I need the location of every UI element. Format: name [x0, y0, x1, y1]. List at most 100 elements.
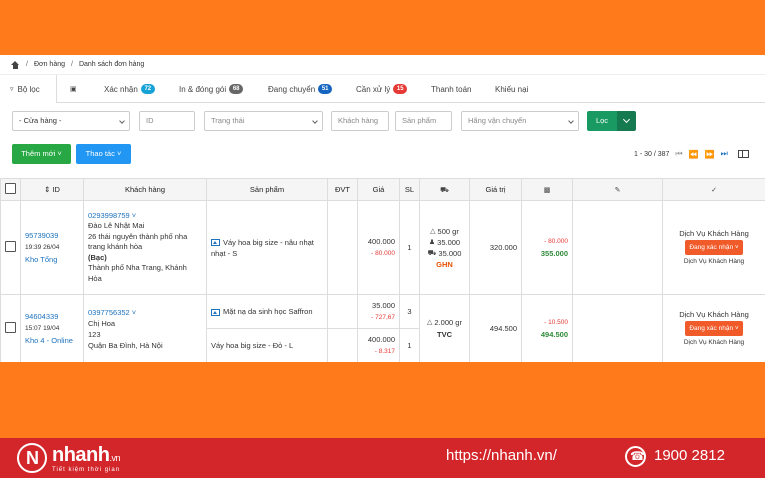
col-qty: SL — [399, 178, 420, 201]
customer-city: Quận Ba Đình, Hà Nội — [88, 340, 163, 350]
ship-fee-carrier: 35.000 — [438, 248, 462, 258]
ship-weight: 2.000 gr — [434, 317, 462, 327]
filter-bar: - Cửa hàng - ID Trạng thái Khách hàng Sả… — [0, 103, 765, 143]
apply-filter-button[interactable]: Lọc — [587, 111, 617, 131]
pagination-range: 1 - 30 / 387 — [634, 150, 670, 158]
home-icon[interactable] — [11, 60, 20, 69]
warehouse-link[interactable]: Kho 4 - Online — [25, 335, 83, 347]
customer-city: Thành phố Nha Trang, Khánh Hòa — [88, 263, 187, 283]
product-price: 400.000 — [367, 236, 395, 246]
product-input[interactable]: Sản phẩm — [395, 111, 452, 131]
pagination: 1 - 30 / 387 ⏮ ⏪ ⏩ ⏭ — [634, 149, 749, 159]
money-icon: ▩ — [543, 187, 551, 194]
ship-fee-customer: 35.000 — [437, 237, 461, 247]
prev-page-icon[interactable]: ⏪ — [689, 150, 699, 159]
product-name: Váy hoa big size - nâu nhạt nhạt - S — [211, 237, 314, 258]
creator-name: Dịch Vụ Khách Hàng — [683, 258, 745, 265]
apply-filter-dropdown-button[interactable] — [617, 111, 636, 131]
tab-badge: 15 — [393, 84, 408, 94]
table-row: 94604339 15:07 19/04 Kho 4 - Online 0397… — [0, 294, 765, 362]
row-checkbox[interactable] — [5, 241, 16, 252]
nhanh-logo-icon — [17, 443, 47, 473]
product-qty: 1 — [399, 200, 420, 295]
hotline-number[interactable]: 1900 2812 — [654, 447, 725, 464]
carrier-name: GHN — [436, 259, 453, 269]
tab-packing[interactable]: In & đóng gói 68 — [179, 75, 244, 103]
col-customer: Khách hàng — [83, 178, 207, 201]
tab-shipping[interactable]: Đang chuyển 51 — [268, 75, 333, 103]
product-name: Váy hoa big size - Đỏ - L — [206, 328, 328, 362]
order-time: 15:07 19/04 — [25, 324, 60, 332]
weight-icon: △ — [427, 318, 433, 326]
payment-total: 494.500 — [540, 329, 568, 339]
breadcrumb-order-list: Danh sách đơn hàng — [78, 61, 145, 68]
bottom-banner — [0, 362, 765, 438]
tab-bar: ▿ Bộ lọc ▣ Xác nhận 72 In & đóng gói 68 … — [0, 75, 765, 103]
status-dropdown[interactable]: Đang xác nhận ˅ — [685, 321, 743, 336]
order-time: 19:39 26/04 — [25, 243, 60, 251]
id-input[interactable]: ID — [139, 111, 195, 131]
action-bar: Thêm mới ˅ Thao tác ˅ 1 - 30 / 387 ⏮ ⏪ ⏩… — [0, 143, 765, 171]
col-value: Giá trị — [469, 178, 522, 201]
tab-payment[interactable]: Thanh toán — [431, 75, 471, 103]
customer-address: 26 thái nguyên thành phố nha trang khánh… — [88, 231, 188, 252]
table-header: ⇕ ID Khách hàng Sản phẩm ĐVT Giá SL ⛟ Gi… — [0, 178, 765, 201]
carrier-select[interactable]: Hãng vận chuyển — [461, 111, 579, 131]
col-id[interactable]: ⇕ ID — [20, 178, 84, 201]
footer-bar: nhanh.vn Tiết kiệm thời gian https://nha… — [0, 438, 765, 478]
order-id-link[interactable]: 94604339 — [25, 311, 83, 323]
col-unit: ĐVT — [327, 178, 358, 201]
payment-discount: - 10.500 — [544, 318, 568, 326]
top-banner — [0, 0, 765, 55]
row-checkbox[interactable] — [5, 322, 16, 333]
tab-badge: 51 — [318, 84, 333, 94]
last-page-icon[interactable]: ⏭ — [721, 149, 728, 159]
tab-complaints[interactable]: Khiếu nại — [495, 75, 528, 103]
select-all-checkbox[interactable] — [5, 183, 16, 194]
customer-tier: (Bạc) — [88, 252, 107, 262]
tab-print-icon[interactable]: ▣ — [70, 75, 77, 103]
tab-confirm[interactable]: Xác nhận 72 — [104, 75, 155, 103]
chevron-down-icon — [312, 118, 318, 124]
creator-name: Dịch Vụ Khách Hàng — [683, 339, 745, 346]
customer-phone-link[interactable]: 0397756352 ˅ — [88, 307, 202, 318]
warehouse-link[interactable]: Kho Tổng — [25, 254, 83, 266]
payment-total: 355.000 — [540, 248, 568, 258]
website-url[interactable]: https://nhanh.vn/ — [446, 447, 557, 464]
brand-name: nhanh.vn — [52, 444, 121, 466]
save-icon: ▣ — [70, 86, 77, 93]
product-price: 400.000 — [367, 334, 395, 344]
breadcrumb-orders[interactable]: Đơn hàng — [34, 61, 65, 68]
col-notes: ✎ — [572, 178, 663, 201]
order-id-link[interactable]: 95739039 — [25, 230, 83, 242]
check-icon: ✓ — [711, 187, 717, 194]
status-select[interactable]: Trạng thái — [204, 111, 323, 131]
tab-badge: 68 — [229, 84, 244, 94]
store-select[interactable]: - Cửa hàng - — [12, 111, 130, 131]
columns-icon[interactable] — [737, 150, 749, 158]
col-product: Sản phẩm — [206, 178, 328, 201]
tab-filter[interactable]: ▿ Bộ lọc — [0, 75, 57, 103]
image-icon — [211, 308, 220, 316]
first-page-icon[interactable]: ⏮ — [675, 149, 682, 159]
add-new-button[interactable]: Thêm mới ˅ — [12, 144, 71, 164]
table-row: 95739039 19:39 26/04 Kho Tổng 0293998759… — [0, 200, 765, 295]
customer-name: Đào Lê Nhật Mai — [88, 221, 145, 231]
edit-icon: ✎ — [614, 187, 621, 194]
operations-button[interactable]: Thao tác ˅ — [76, 144, 131, 164]
next-page-icon[interactable]: ⏩ — [705, 150, 715, 159]
customer-input[interactable]: Khách hàng — [331, 111, 389, 131]
col-shipping: ⛟ — [419, 178, 470, 201]
product-qty: 3 — [399, 294, 420, 329]
owner-name: Dịch Vụ Khách Hàng — [679, 310, 749, 319]
status-dropdown[interactable]: Đang xác nhận ˅ — [685, 240, 743, 255]
customer-phone-link[interactable]: 0293998759 ˅ — [88, 211, 202, 222]
col-status: ✓ — [662, 178, 765, 201]
customer-name: Chị Hoa — [88, 318, 116, 328]
breadcrumb: / Đơn hàng / Danh sách đơn hàng — [0, 55, 765, 75]
tab-needs-action[interactable]: Cần xử lý 15 — [356, 75, 408, 103]
customer-address: 123 — [88, 329, 101, 339]
ship-weight: 500 gr — [437, 226, 459, 236]
orders-table: ⇕ ID Khách hàng Sản phẩm ĐVT Giá SL ⛟ Gi… — [0, 178, 765, 362]
owner-name: Dịch Vụ Khách Hàng — [679, 229, 749, 238]
